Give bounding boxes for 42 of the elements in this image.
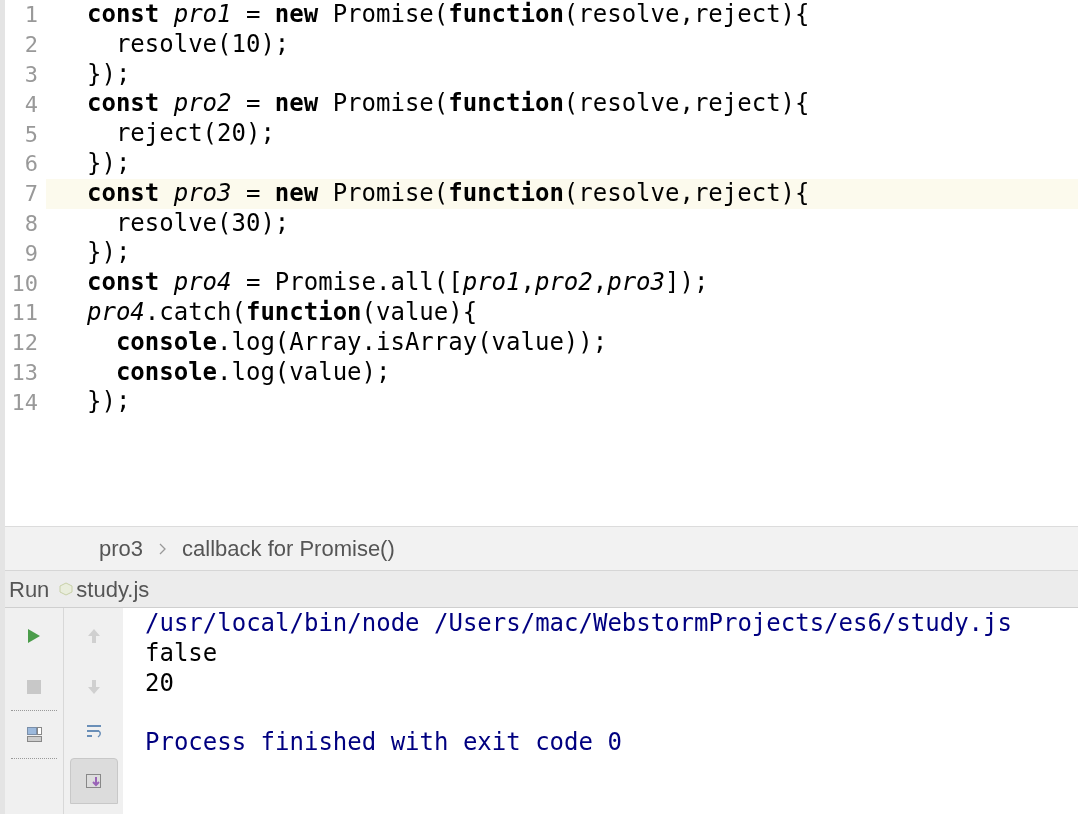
line-number: 11 (10, 299, 38, 328)
line-number: 4 (23, 90, 38, 119)
line-number: 3 (23, 61, 38, 89)
code-line: }); (86, 149, 132, 179)
code-line: console.log(value); (114, 357, 392, 388)
layout-icon[interactable] (26, 727, 42, 742)
run-icon[interactable] (27, 628, 41, 644)
line-number: 1 (23, 1, 38, 30)
code-line: }); (86, 238, 132, 269)
code-line: pro4.catch(function(value){ (86, 297, 479, 328)
console-line: Process finished with exit code 0 (145, 728, 622, 758)
scroll-to-end-icon (85, 773, 102, 789)
code-line: const pro1 = new Promise(function(resolve,reject){ (86, 0, 811, 30)
console-line: /usr/local/bin/node /Users/mac/WebstormProjects/es6/study.js (145, 609, 1012, 639)
code-line: reject(20); (114, 119, 276, 149)
chevron-icon (159, 542, 167, 555)
line-number: 2 (23, 31, 38, 60)
line-number: 8 (23, 210, 38, 238)
code-line: }); (86, 387, 132, 418)
scroll-to-end-button[interactable] (69, 758, 118, 804)
console-line: 20 (145, 668, 174, 699)
line-number: 13 (10, 358, 38, 387)
run-tab[interactable]: study.js (76, 572, 150, 606)
code-line: const pro2 = new Promise(function(resolve,reject){ (86, 89, 811, 120)
code-line: console.log(Array.isArray(value)); (114, 327, 609, 358)
soft-wrap-icon[interactable] (85, 724, 102, 740)
breadcrumb-item[interactable]: pro3 (99, 532, 144, 565)
line-number: 14 (10, 388, 38, 417)
line-number: 9 (23, 239, 38, 268)
code-line: resolve(30); (114, 208, 291, 239)
js-file-icon (59, 582, 74, 596)
line-number: 10 (10, 269, 38, 298)
console-line: false (145, 638, 218, 669)
code-line: }); (86, 59, 132, 90)
breadcrumb-item[interactable]: callback for Promise() (182, 532, 395, 565)
line-number: 12 (10, 329, 38, 358)
line-number: 5 (23, 120, 38, 149)
code-line: resolve(10); (114, 29, 291, 60)
line-number: 7 (23, 180, 38, 209)
line-number: 6 (23, 150, 38, 179)
code-line: const pro4 = Promise.all([pro1,pro2,pro3]); (86, 268, 710, 298)
run-panel-title: Run (9, 575, 50, 604)
